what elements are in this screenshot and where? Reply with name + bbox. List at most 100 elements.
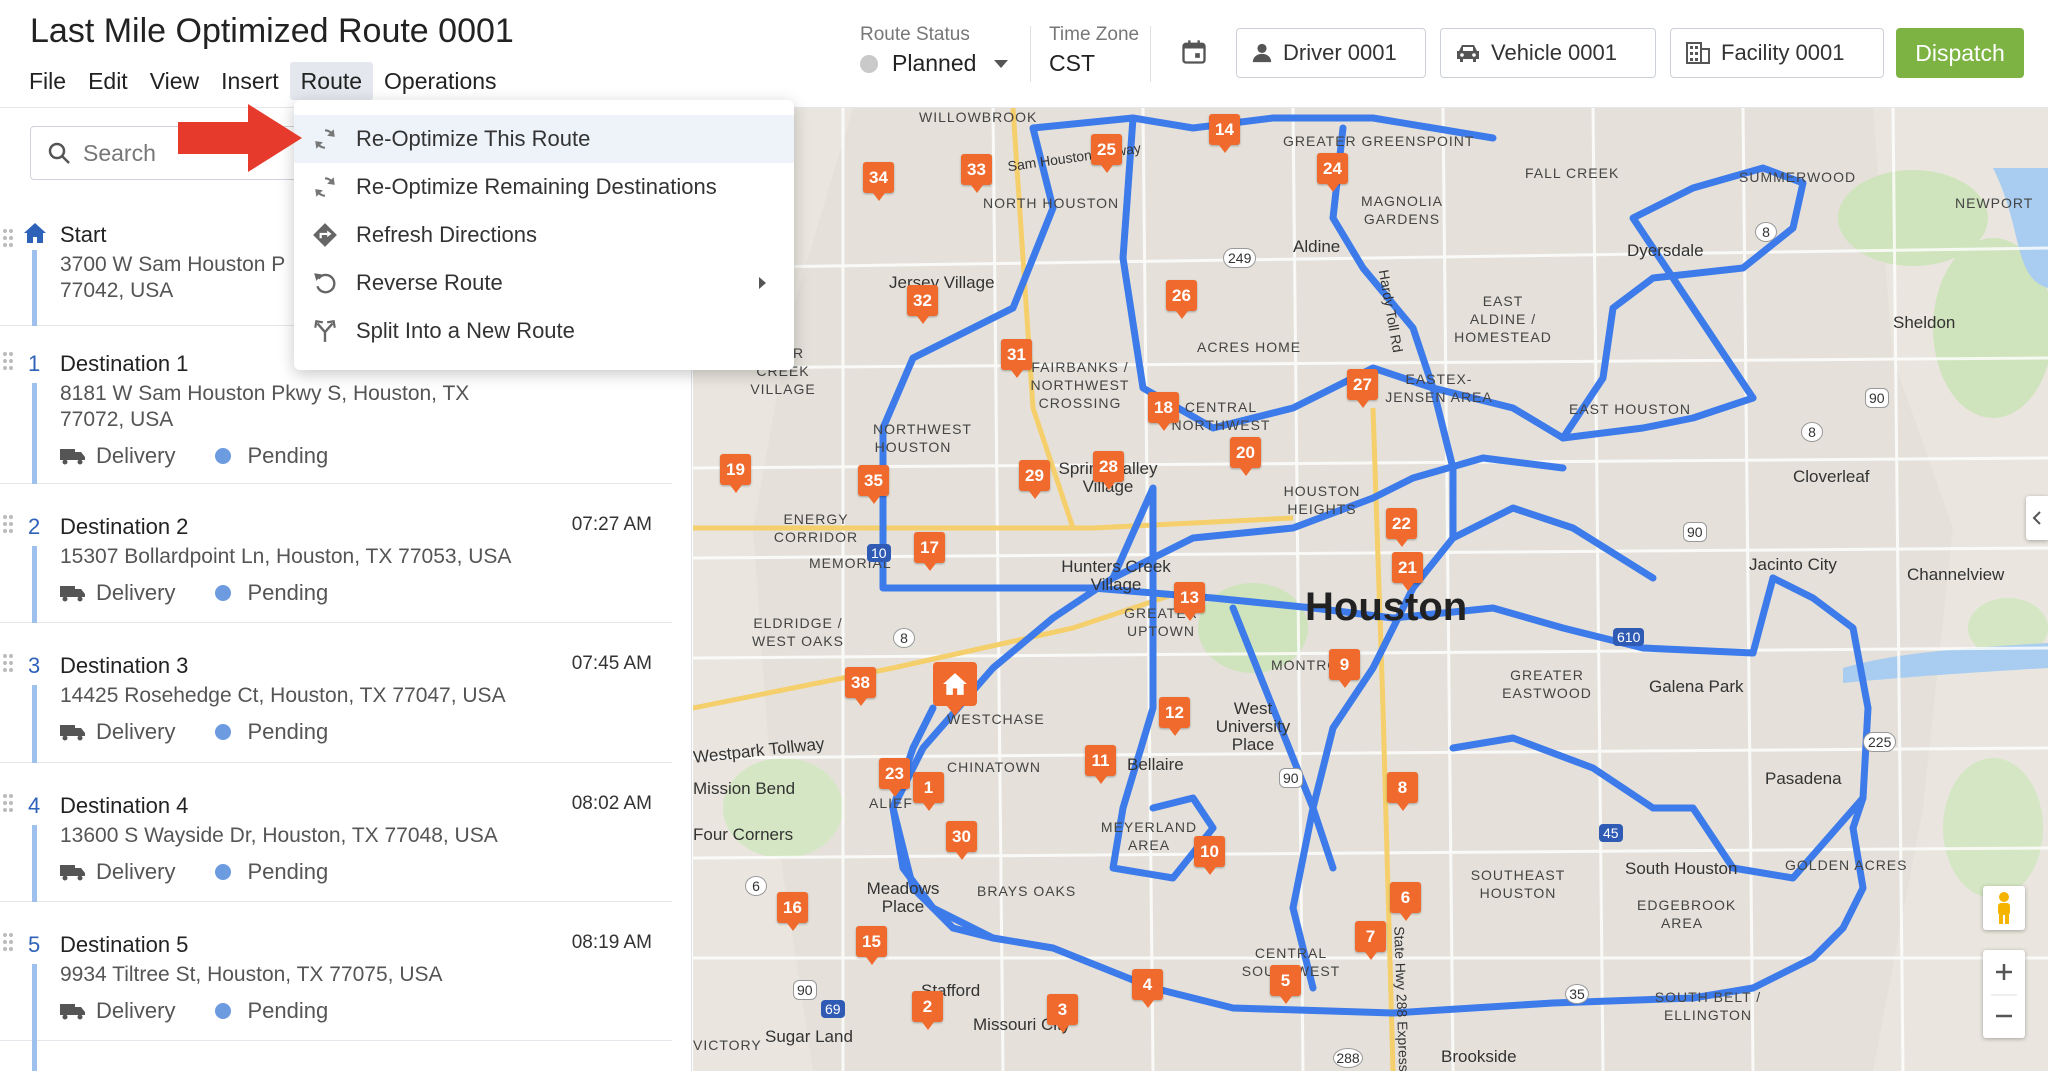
menu-item-label: Refresh Directions — [356, 222, 537, 247]
time-zone-label: Time Zone — [1049, 24, 1140, 45]
drag-handle-icon[interactable] — [2, 514, 14, 534]
dispatch-button[interactable]: Dispatch — [1896, 28, 2024, 78]
stop-marker[interactable]: 35 — [858, 465, 889, 504]
stop-marker[interactable]: 16 — [777, 892, 808, 931]
map-label: EAST ALDINE / HOMESTEAD — [1454, 293, 1552, 345]
menu-route[interactable]: Route — [289, 62, 374, 100]
stop-marker[interactable]: 24 — [1317, 153, 1348, 192]
zoom-out-icon[interactable] — [1983, 994, 2025, 1038]
stop-marker[interactable]: 17 — [914, 532, 945, 571]
stop-marker[interactable]: 38 — [845, 667, 876, 706]
stop-marker[interactable]: 25 — [1091, 134, 1122, 173]
stop-marker[interactable]: 12 — [1159, 697, 1190, 736]
truck-icon — [60, 449, 85, 465]
time-zone-value: CST — [1049, 50, 1095, 76]
map-label: VICTORY — [693, 1037, 762, 1053]
menu-file[interactable]: File — [18, 62, 77, 100]
drag-handle-icon[interactable] — [2, 351, 14, 371]
map-label: GREATER GREENSPOINT — [1283, 133, 1475, 149]
stop-marker[interactable]: 9 — [1329, 649, 1360, 688]
menu-item-label: Re-Optimize Remaining Destinations — [356, 174, 717, 199]
drag-handle-icon[interactable] — [2, 228, 14, 248]
stop-marker[interactable]: 33 — [961, 154, 992, 193]
stop-marker[interactable]: 2 — [912, 991, 943, 1030]
stop-marker[interactable]: 31 — [1001, 339, 1032, 378]
home-icon — [943, 673, 967, 695]
stop-marker[interactable]: 5 — [1270, 965, 1301, 1004]
stop-marker[interactable]: 34 — [863, 162, 894, 201]
menu-item-split-route[interactable]: Split Into a New Route — [294, 307, 794, 355]
stop-destination-5[interactable]: 5 Destination 5 08:19 AM 9934 Tiltree St… — [0, 902, 672, 1041]
facility-button[interactable]: Facility 0001 — [1670, 28, 1884, 78]
menu-item-reoptimize-route[interactable]: Re-Optimize This Route — [294, 115, 794, 163]
stop-marker[interactable]: 22 — [1386, 508, 1417, 547]
drag-handle-icon[interactable] — [2, 653, 14, 673]
stop-status: Pending — [247, 998, 329, 1023]
divider — [1150, 26, 1151, 82]
stop-marker[interactable]: 8 — [1387, 772, 1418, 811]
stop-destination-6[interactable] — [0, 1041, 672, 1071]
stop-marker[interactable]: 27 — [1347, 369, 1378, 408]
stop-marker[interactable]: 23 — [879, 758, 910, 797]
highway-shield: 90 — [1279, 768, 1303, 788]
map-label: Galena Park — [1649, 677, 1744, 696]
menu-operations[interactable]: Operations — [373, 62, 508, 100]
stop-type: Delivery — [96, 998, 176, 1023]
menu-edit[interactable]: Edit — [77, 62, 139, 100]
stop-marker[interactable]: 7 — [1355, 921, 1386, 960]
stop-destination-4[interactable]: 4 Destination 4 08:02 AM 13600 S Wayside… — [0, 763, 672, 902]
start-marker[interactable] — [933, 662, 977, 716]
person-icon — [1252, 43, 1272, 63]
map-label: CENTRAL NORTHWEST — [1171, 399, 1271, 433]
stop-marker[interactable]: 3 — [1047, 994, 1078, 1033]
stop-marker[interactable]: 19 — [720, 454, 751, 493]
stop-marker[interactable]: 1 — [913, 772, 944, 811]
menu-item-reoptimize-remaining[interactable]: Re-Optimize Remaining Destinations — [294, 163, 794, 211]
driver-button[interactable]: Driver 0001 — [1236, 28, 1426, 78]
collapse-panel-button[interactable] — [2026, 496, 2048, 540]
status-dot — [215, 724, 232, 740]
route-line — [32, 825, 37, 902]
stop-marker[interactable]: 6 — [1390, 882, 1421, 921]
menu-item-reverse-route[interactable]: Reverse Route — [294, 259, 794, 307]
stop-name: Destination 2 — [60, 514, 189, 539]
stop-marker[interactable]: 29 — [1019, 460, 1050, 499]
menu-item-refresh-directions[interactable]: Refresh Directions — [294, 211, 794, 259]
route-map[interactable]: WILLOWBROOK GREATER GREENSPOINT FALL CRE… — [693, 108, 2048, 1071]
stop-marker[interactable]: 20 — [1230, 437, 1261, 476]
stop-marker[interactable]: 21 — [1392, 552, 1423, 591]
map-label: EAST HOUSTON — [1569, 401, 1691, 417]
stop-marker[interactable]: 32 — [907, 285, 938, 324]
stop-marker[interactable]: 11 — [1085, 745, 1116, 784]
stop-marker[interactable]: 15 — [856, 926, 887, 965]
zoom-in-icon[interactable] — [1983, 950, 2025, 994]
truck-icon — [60, 865, 85, 881]
map-label: Dyersdale — [1627, 241, 1704, 260]
menu-insert[interactable]: Insert — [210, 62, 290, 100]
car-icon — [1457, 45, 1479, 62]
stop-marker[interactable]: 14 — [1209, 114, 1240, 153]
chevron-right-icon — [759, 277, 766, 289]
stop-marker[interactable]: 10 — [1194, 836, 1225, 875]
map-label: Cloverleaf — [1793, 467, 1870, 486]
stop-destination-3[interactable]: 3 Destination 3 07:45 AM 14425 Rosehedge… — [0, 623, 672, 763]
stop-marker[interactable]: 28 — [1093, 451, 1124, 490]
route-status-label: Route Status — [860, 24, 970, 45]
home-icon — [24, 223, 46, 243]
stop-destination-2[interactable]: 2 Destination 2 07:27 AM 15307 Bollardpo… — [0, 484, 672, 623]
vehicle-button[interactable]: Vehicle 0001 — [1440, 28, 1656, 78]
calendar-icon[interactable] — [1180, 38, 1208, 66]
street-view-button[interactable] — [1983, 886, 2025, 930]
stop-marker[interactable]: 13 — [1174, 582, 1205, 621]
status-dot — [860, 54, 878, 73]
drag-handle-icon[interactable] — [2, 793, 14, 813]
stop-marker[interactable]: 30 — [946, 821, 977, 860]
menu-view[interactable]: View — [139, 62, 210, 100]
map-label: NEWPORT — [1955, 195, 2034, 211]
stop-marker[interactable]: 26 — [1166, 280, 1197, 319]
stop-time: 08:19 AM — [571, 932, 652, 953]
drag-handle-icon[interactable] — [2, 932, 14, 952]
route-status-select[interactable]: Route Status Planned — [860, 24, 1009, 77]
stop-marker[interactable]: 18 — [1148, 392, 1179, 431]
stop-marker[interactable]: 4 — [1132, 969, 1163, 1008]
